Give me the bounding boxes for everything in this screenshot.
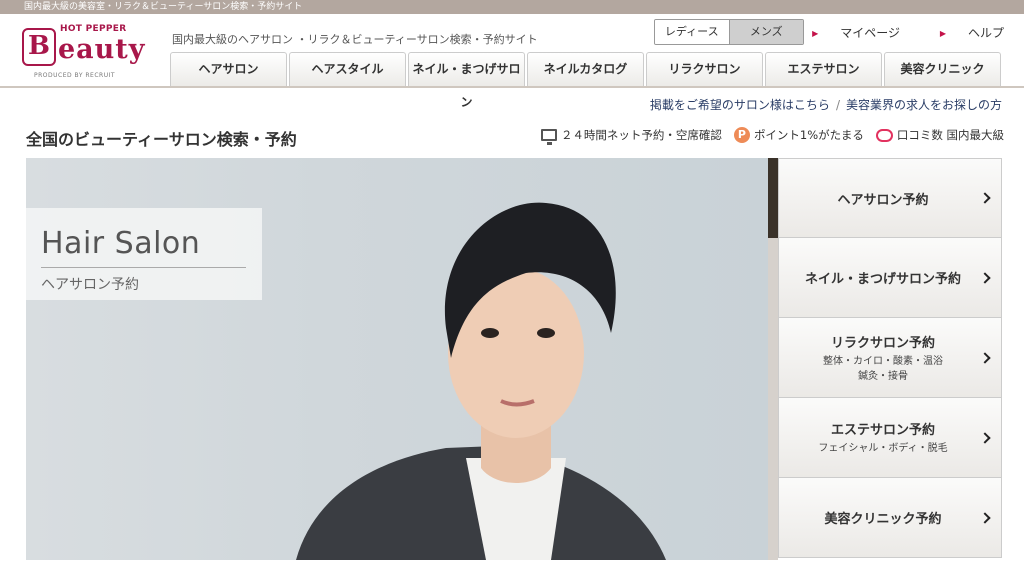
- help-label: ヘルプ: [967, 26, 1004, 40]
- category-label: リラクサロン予約: [830, 335, 935, 351]
- tab-nail-catalog[interactable]: ネイルカタログ: [527, 52, 644, 86]
- category-nail-eyelash[interactable]: ネイル・まつげサロン予約: [778, 238, 1002, 318]
- triangle-icon: ▶: [939, 29, 946, 38]
- main-nav: ヘアサロン ヘアスタイル ネイル・まつげサロン ネイルカタログ リラクサロン エ…: [170, 52, 1001, 109]
- feature-24h-booking: ２４時間ネット予約・空席確認: [540, 127, 722, 145]
- category-relax-salon[interactable]: リラクサロン予約 整体・カイロ・酸素・温浴 鍼灸・接骨: [778, 318, 1002, 398]
- logo-produced-by: PRODUCED BY RECRUIT: [34, 72, 116, 79]
- category-description: 整体・カイロ・酸素・温浴 鍼灸・接骨: [823, 354, 943, 384]
- site-header: HOT PEPPER B eauty PRODUCED BY RECRUIT 国…: [0, 14, 1024, 109]
- sub-links-separator: /: [835, 98, 840, 112]
- feature-points-text: ポイント1%がたまる: [753, 128, 864, 142]
- category-description: フェイシャル・ボディ・脱毛: [818, 443, 948, 454]
- header-divider: [0, 86, 1024, 88]
- header-links: ▶ マイページ ▶ ヘルプ: [776, 24, 1004, 41]
- feature-points: P ポイント1%がたまる: [733, 127, 864, 143]
- beauty-jobs-link[interactable]: 美容業界の求人をお探しの方: [846, 98, 1002, 112]
- feature-reviews: 口コミ数 国内最大級: [875, 127, 1004, 143]
- feature-reviews-text: 口コミ数 国内最大級: [896, 128, 1004, 142]
- chevron-right-icon: [979, 271, 991, 284]
- category-description-line1: 整体・カイロ・酸素・温浴: [823, 355, 943, 367]
- salon-listing-link[interactable]: 掲載をご希望のサロン様はこちら: [650, 98, 830, 112]
- hotpepper-beauty-logo[interactable]: HOT PEPPER B eauty PRODUCED BY RECRUIT: [22, 22, 148, 82]
- category-label: ヘアサロン予約: [837, 192, 929, 208]
- triangle-icon: ▶: [812, 29, 819, 38]
- tab-esthetic-salon[interactable]: エステサロン: [765, 52, 882, 86]
- tab-hair-salon[interactable]: ヘアサロン: [170, 52, 287, 86]
- category-hair-salon[interactable]: ヘアサロン予約: [778, 158, 1002, 238]
- help-link[interactable]: ▶ ヘルプ: [922, 26, 1004, 40]
- category-label: エステサロン予約: [830, 423, 935, 438]
- category-beauty-clinic[interactable]: 美容クリニック予約: [778, 478, 1002, 558]
- chevron-right-icon: [979, 431, 991, 444]
- logo-wordmark: eauty: [58, 34, 146, 65]
- feature-highlights: ２４時間ネット予約・空席確認 P ポイント1%がたまる 口コミ数 国内最大級: [529, 127, 1004, 145]
- chevron-right-icon: [979, 511, 991, 524]
- chevron-right-icon: [979, 351, 991, 364]
- category-description-line2: 鍼灸・接骨: [858, 370, 908, 382]
- category-menu: ヘアサロン予約 ネイル・まつげサロン予約 リラクサロン予約 整体・カイロ・酸素・…: [778, 158, 1002, 560]
- tab-hair-style[interactable]: ヘアスタイル: [289, 52, 406, 86]
- page-title: 全国のビューティーサロン検索・予約: [26, 130, 297, 149]
- point-icon: P: [733, 127, 750, 143]
- logo-brand-top: HOT PEPPER: [60, 24, 127, 34]
- hero-subtitle: ヘアサロン予約: [41, 277, 139, 293]
- monitor-icon: [540, 129, 557, 145]
- mypage-label: マイページ: [840, 26, 900, 40]
- top-announcement-bar: 国内最大級の美容室・リラク＆ビューティーサロン検索・予約サイト: [0, 0, 1024, 14]
- hero-title: Hair Salon: [41, 226, 246, 268]
- tab-nail-eyelash[interactable]: ネイル・まつげサロン: [408, 52, 525, 109]
- feature-24h-text: ２４時間ネット予約・空席確認: [560, 128, 722, 142]
- tab-relax-salon[interactable]: リラクサロン: [646, 52, 763, 86]
- hero-label: Hair Salon ヘアサロン予約: [26, 208, 262, 300]
- logo-b-mark: B: [22, 28, 56, 66]
- speech-bubble-icon: [875, 128, 893, 142]
- category-label: ネイル・まつげサロン予約: [804, 272, 961, 287]
- sub-links: 掲載をご希望のサロン様はこちら / 美容業界の求人をお探しの方: [650, 96, 1002, 113]
- ladies-toggle[interactable]: レディース: [655, 20, 729, 44]
- hero-banner[interactable]: Hair Salon ヘアサロン予約: [26, 158, 768, 560]
- chevron-right-icon: [979, 192, 991, 204]
- mypage-link[interactable]: ▶ マイページ: [794, 26, 900, 40]
- header-tagline: 国内最大級のヘアサロン ・リラク＆ビューティーサロン検索・予約サイト: [172, 33, 538, 46]
- category-esthetic-salon[interactable]: エステサロン予約 フェイシャル・ボディ・脱毛: [778, 398, 1002, 478]
- carousel-progress-indicator: [768, 158, 778, 238]
- tab-beauty-clinic[interactable]: 美容クリニック: [884, 52, 1001, 86]
- category-label: 美容クリニック予約: [824, 512, 942, 527]
